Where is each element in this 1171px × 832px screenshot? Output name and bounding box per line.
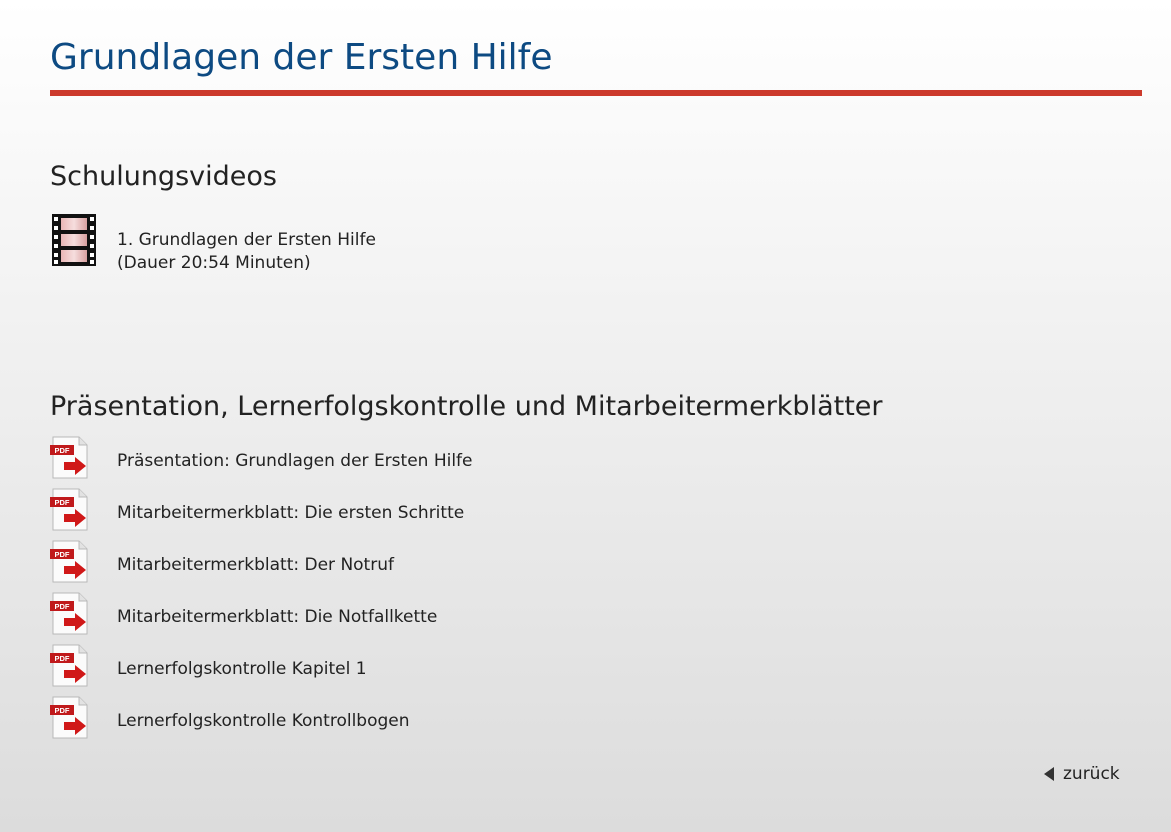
triangle-left-icon [1044, 767, 1054, 781]
page-title: Grundlagen der Ersten Hilfe [50, 37, 553, 78]
title-divider [50, 90, 1142, 96]
pdf-document-icon: PDF [50, 592, 88, 635]
pdf-badge-text: PDF [55, 446, 70, 455]
document-label[interactable]: Mitarbeitermerkblatt: Der Notruf [117, 554, 394, 576]
document-label[interactable]: Mitarbeitermerkblatt: Die ersten Schritt… [117, 502, 464, 524]
video-title[interactable]: 1. Grundlagen der Ersten Hilfe [117, 229, 376, 252]
pdf-document-icon: PDF [50, 644, 88, 687]
document-label[interactable]: Präsentation: Grundlagen der Ersten Hilf… [117, 450, 473, 472]
back-link-label[interactable]: zurück [1063, 763, 1120, 785]
pdf-document-icon: PDF [50, 696, 88, 739]
pdf-document-icon: PDF [50, 488, 88, 531]
video-duration: (Dauer 20:54 Minuten) [117, 253, 311, 273]
film-strip-icon [52, 214, 96, 266]
pdf-document-icon: PDF [50, 436, 88, 479]
document-label[interactable]: Lernerfolgskontrolle Kontrollbogen [117, 710, 410, 732]
pdf-badge-text: PDF [55, 602, 70, 611]
pdf-badge-text: PDF [55, 706, 70, 715]
video-info: 1. Grundlagen der Ersten Hilfe (Dauer 20… [117, 229, 376, 275]
pdf-badge-text: PDF [55, 654, 70, 663]
pdf-badge-text: PDF [55, 498, 70, 507]
document-label[interactable]: Mitarbeitermerkblatt: Die Notfallkette [117, 606, 437, 628]
documents-section-heading: Präsentation, Lernerfolgskontrolle und M… [50, 391, 883, 422]
document-label[interactable]: Lernerfolgskontrolle Kapitel 1 [117, 658, 367, 680]
videos-section-heading: Schulungsvideos [50, 161, 277, 192]
pdf-document-icon: PDF [50, 540, 88, 583]
pdf-badge-text: PDF [55, 550, 70, 559]
